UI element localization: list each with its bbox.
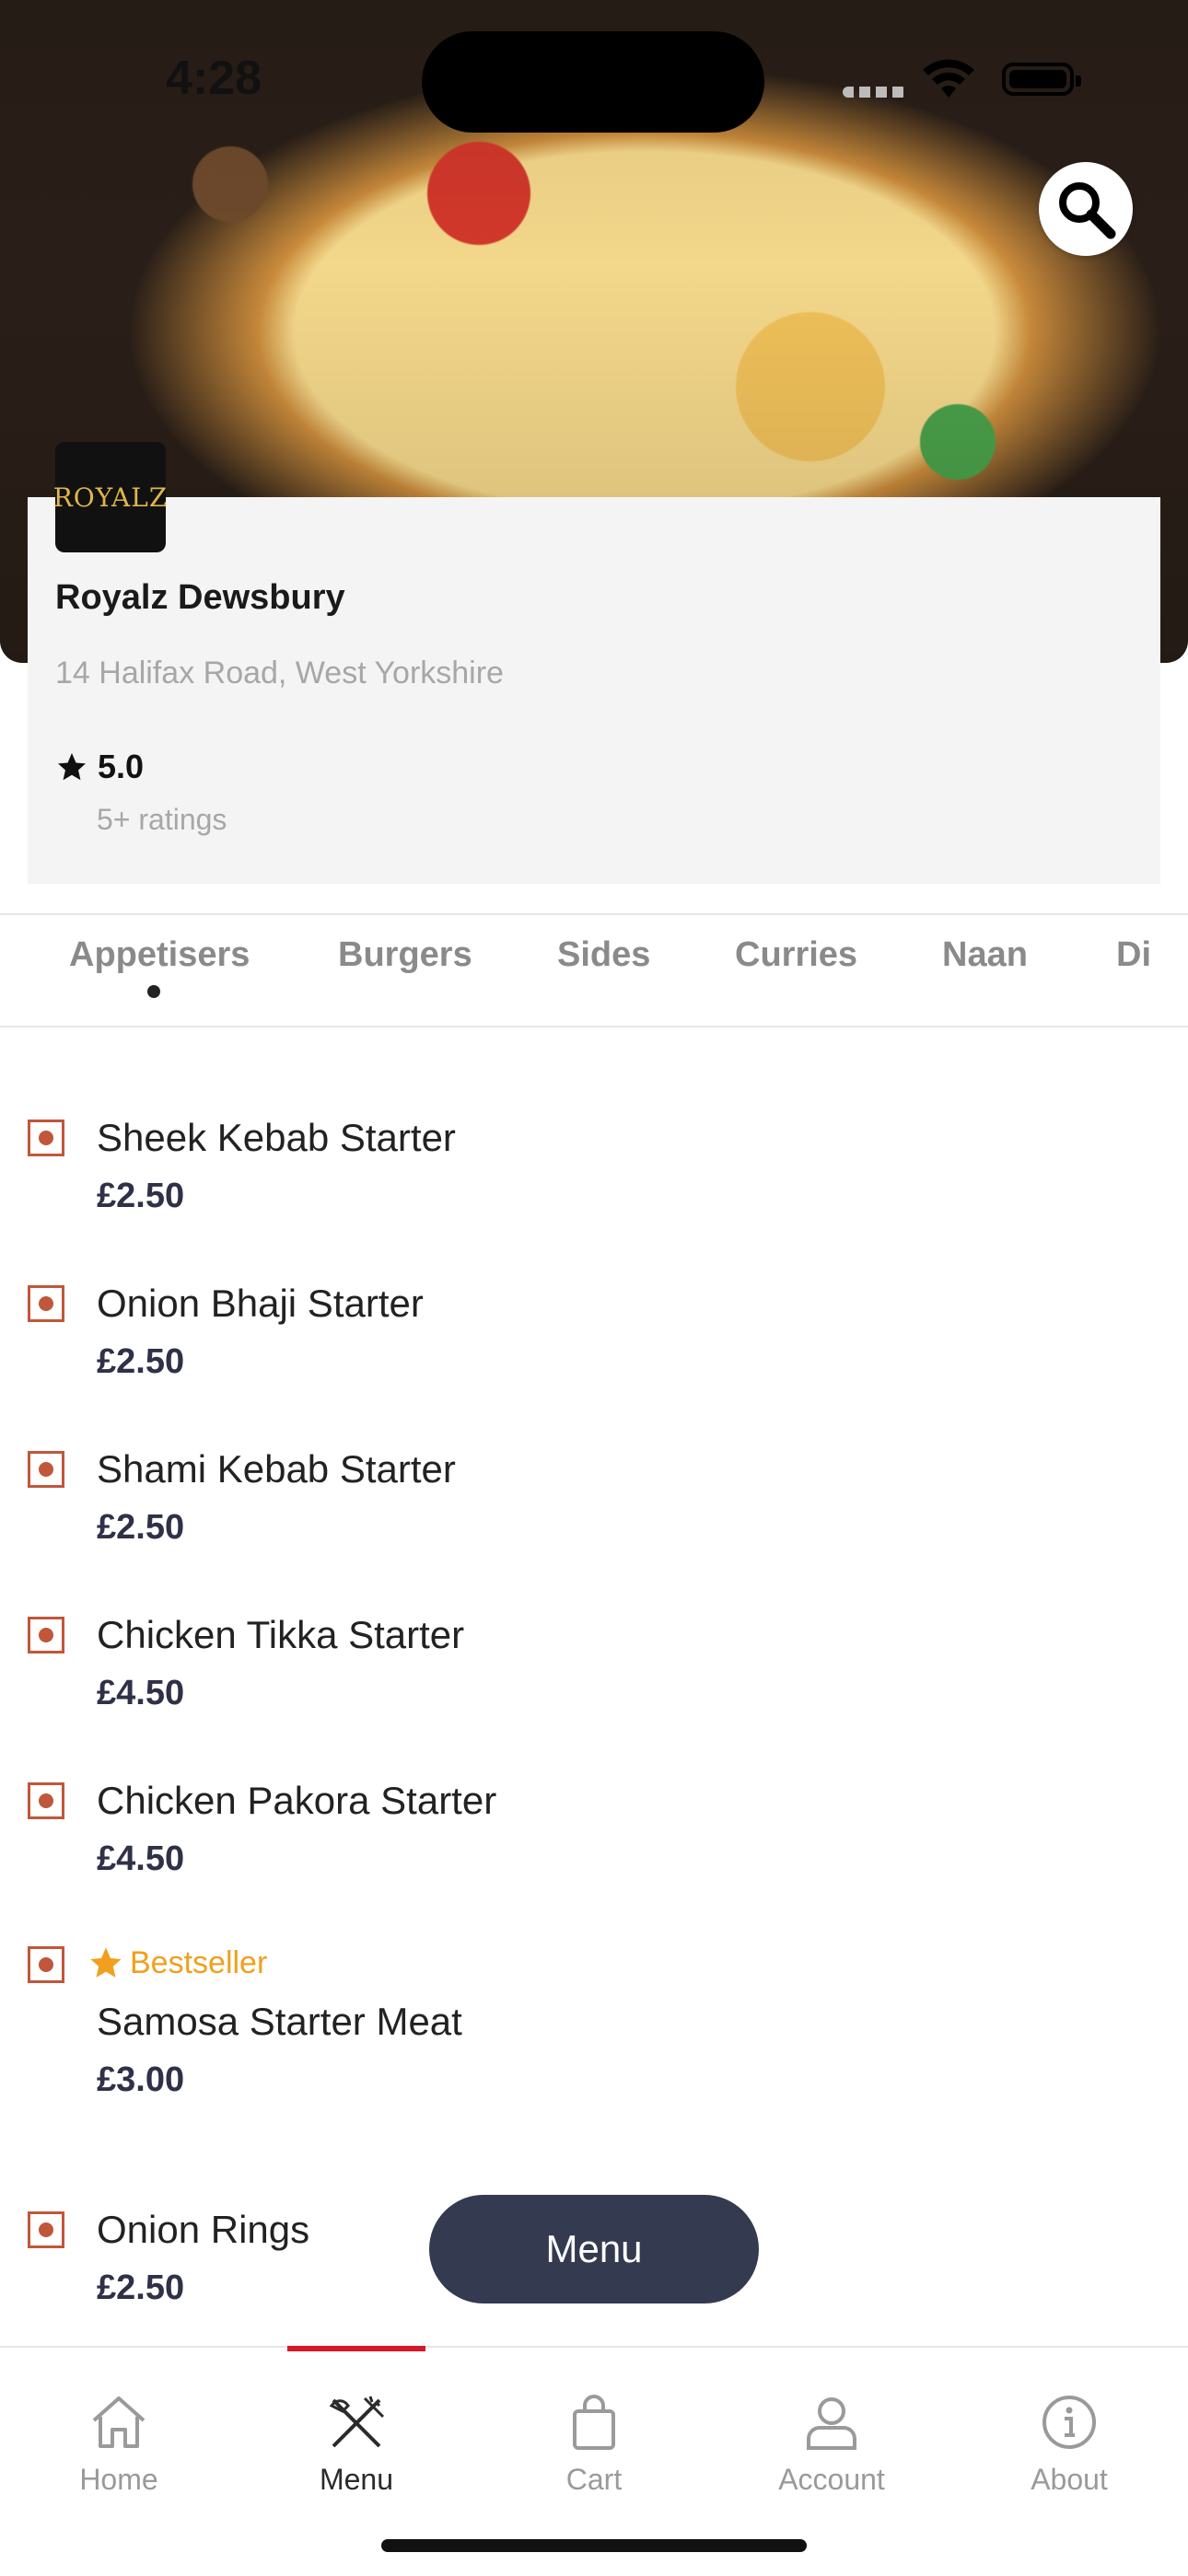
nav-about[interactable]: About [950,2348,1188,2504]
tab-sides[interactable]: Sides [557,935,650,975]
item-price: £4.50 [97,1674,185,1712]
food-marker-icon [28,1617,64,1654]
item-price: £2.50 [97,1342,185,1381]
item-name: Chicken Tikka Starter [97,1613,465,1656]
item-price: £4.50 [97,1839,185,1878]
category-tabs: Appetisers Burgers Sides Curries Naan Di [0,913,1188,1027]
info-icon [1042,2396,1096,2449]
nav-home[interactable]: Home [0,2348,238,2504]
nav-cart[interactable]: Cart [475,2348,713,2504]
food-marker-icon [28,1120,64,1156]
restaurant-rating: 5.0 [55,748,144,786]
restaurant-address: 14 Halifax Road, West Yorkshire [55,656,504,690]
restaurant-name: Royalz Dewsbury [55,578,345,617]
tab-burgers[interactable]: Burgers [338,935,472,975]
food-marker-icon [28,1285,64,1322]
tab-appetisers[interactable]: Appetisers [69,935,250,975]
home-icon [92,2396,146,2448]
wifi-icon [923,59,974,98]
item-price: £2.50 [97,1508,185,1547]
item-price: £2.50 [97,2269,185,2307]
status-time: 4:28 [166,52,262,105]
tab-dips[interactable]: Di [1116,935,1151,975]
food-marker-icon [28,1782,64,1819]
item-price: £2.50 [97,1177,185,1215]
item-name: Samosa Starter Meat [97,2000,462,2043]
dynamic-island [422,31,764,133]
person-icon [807,2397,856,2450]
item-name: Onion Rings [97,2208,310,2251]
nav-menu[interactable]: Menu [238,2348,475,2504]
rating-count: 5+ ratings [97,803,227,836]
bag-icon [573,2395,615,2450]
restaurant-logo: ROYALZ [53,442,167,552]
home-indicator [381,2539,807,2552]
menu-pill-button[interactable]: Menu [429,2195,759,2303]
star-icon [90,1947,122,1978]
tab-naan[interactable]: Naan [942,935,1028,975]
food-marker-icon [28,1451,64,1488]
active-tab-indicator [147,985,160,998]
signal-icon [843,87,907,98]
item-name: Chicken Pakora Starter [97,1779,497,1822]
rating-value: 5.0 [98,748,145,785]
search-button[interactable] [1039,162,1133,256]
item-name: Onion Bhaji Starter [97,1282,424,1325]
item-name: Shami Kebab Starter [97,1447,456,1491]
food-marker-icon [28,2211,64,2248]
item-name: Sheek Kebab Starter [97,1116,456,1159]
food-marker-icon [28,1946,64,1983]
bestseller-badge: Bestseller [87,1944,267,1981]
nav-account[interactable]: Account [713,2348,950,2504]
search-icon [1059,182,1116,239]
star-icon [58,753,86,781]
item-price: £3.00 [97,2060,185,2099]
battery-icon [1002,63,1081,96]
fork-knife-icon [329,2396,385,2448]
status-bar: 4:28 [0,0,1188,157]
tab-curries[interactable]: Curries [735,935,857,975]
